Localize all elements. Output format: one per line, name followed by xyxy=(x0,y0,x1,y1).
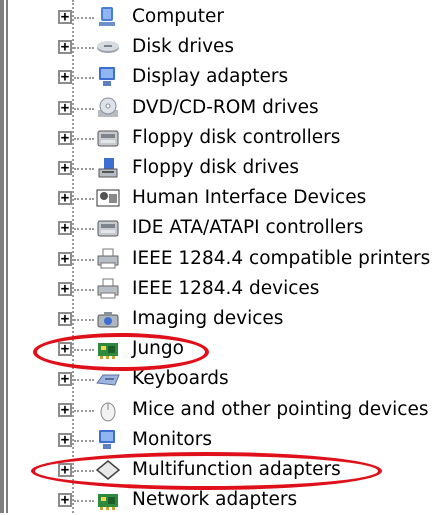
tree-item-floppy-disk-controllers[interactable]: + Floppy disk controllers xyxy=(0,123,438,153)
tree-item-label[interactable]: Monitors xyxy=(132,427,212,453)
tree-item-keyboards[interactable]: + Keyboards xyxy=(0,364,438,394)
expand-button[interactable]: + xyxy=(58,130,72,145)
floppy-controller-icon xyxy=(95,126,121,150)
expand-button[interactable]: + xyxy=(58,312,72,326)
tree-branch-line xyxy=(74,319,94,321)
hid-icon xyxy=(95,186,121,210)
jungo-highlight-ellipse xyxy=(33,333,209,371)
mouse-icon xyxy=(95,398,121,422)
tree-branch-line xyxy=(74,379,94,382)
tree-item-dvd-cd-rom-drives[interactable]: + DVD/CD-ROM drives xyxy=(0,93,438,123)
tree-branch-line xyxy=(74,137,94,140)
disk-drive-icon xyxy=(95,35,121,59)
tree-branch-line xyxy=(74,258,94,261)
printer-icon xyxy=(95,247,121,271)
tree-item-ide-ata-atapi-controllers[interactable]: + IDE ATA/ATAPI controllers xyxy=(0,213,438,243)
expand-button[interactable]: + xyxy=(58,493,72,508)
tree-item-computer[interactable]: + Computer xyxy=(0,2,438,32)
expand-button[interactable]: + xyxy=(58,402,72,417)
camera-icon xyxy=(95,307,121,331)
tree-item-label[interactable]: DVD/CD-ROM drives xyxy=(132,95,319,121)
tree-item-label[interactable]: Imaging devices xyxy=(132,306,283,332)
tree-branch-line xyxy=(74,168,94,170)
dvd-drive-icon xyxy=(95,96,121,120)
tree-branch-line xyxy=(74,198,94,201)
tree-item-monitors[interactable]: + Monitors xyxy=(0,425,438,455)
tree-item-human-interface-devices[interactable]: + Human Interface Devices xyxy=(0,183,438,213)
expand-button[interactable]: + xyxy=(58,281,72,296)
expand-button[interactable]: + xyxy=(58,251,72,266)
expand-button[interactable]: + xyxy=(58,10,72,24)
expand-button[interactable]: + xyxy=(58,161,72,175)
tree-item-label[interactable]: Floppy disk controllers xyxy=(132,125,340,151)
tree-branch-line xyxy=(74,107,94,110)
expand-button[interactable]: + xyxy=(58,432,72,447)
multifunction-highlight-ellipse xyxy=(31,452,382,490)
tree-item-label[interactable]: Keyboards xyxy=(132,366,229,392)
network-adapter-icon xyxy=(95,488,121,512)
tree-item-label[interactable]: IEEE 1284.4 compatible printers xyxy=(132,246,430,272)
tree-branch-line xyxy=(74,439,94,442)
expand-button[interactable]: + xyxy=(58,372,72,387)
expand-button[interactable]: + xyxy=(58,221,72,236)
tree-item-floppy-disk-drives[interactable]: + Floppy disk drives xyxy=(0,153,438,183)
floppy-drive-icon xyxy=(95,156,121,180)
tree-branch-line xyxy=(74,77,94,80)
tree-item-label[interactable]: IEEE 1284.4 devices xyxy=(132,276,319,302)
tree-item-label[interactable]: Floppy disk drives xyxy=(132,155,299,181)
tree-branch-line xyxy=(74,409,94,412)
tree-branch-line xyxy=(74,47,94,50)
tree-item-imaging-devices[interactable]: + Imaging devices xyxy=(0,304,438,334)
tree-item-label[interactable]: IDE ATA/ATAPI controllers xyxy=(132,215,363,241)
expand-button[interactable]: + xyxy=(58,40,72,55)
tree-branch-line xyxy=(74,17,94,19)
tree-item-label[interactable]: Network adapters xyxy=(132,487,297,513)
printer-icon xyxy=(95,277,121,301)
expand-button[interactable]: + xyxy=(58,100,72,115)
tree-item-label[interactable]: Computer xyxy=(132,4,224,30)
expand-button[interactable]: + xyxy=(58,70,72,85)
ide-controller-icon xyxy=(95,216,121,240)
tree-branch-line xyxy=(74,500,94,503)
tree-branch-line xyxy=(74,228,94,231)
tree-item-disk-drives[interactable]: + Disk drives xyxy=(0,32,438,62)
display-adapter-icon xyxy=(95,65,121,89)
expand-button[interactable]: + xyxy=(58,191,72,206)
monitor-icon xyxy=(95,428,121,452)
tree-item-label[interactable]: Human Interface Devices xyxy=(132,185,366,211)
tree-item-ieee-1284-4-compatible-printers[interactable]: + IEEE 1284.4 compatible printers xyxy=(0,244,438,274)
computer-icon xyxy=(95,5,121,29)
tree-item-label[interactable]: Display adapters xyxy=(132,64,288,90)
tree-item-display-adapters[interactable]: + Display adapters xyxy=(0,62,438,92)
tree-item-label[interactable]: Mice and other pointing devices xyxy=(132,397,428,423)
tree-item-label[interactable]: Disk drives xyxy=(132,34,234,60)
tree-branch-line xyxy=(74,288,94,291)
tree-item-mice-and-other-pointing-devices[interactable]: + Mice and other pointing devices xyxy=(0,395,438,425)
tree-item-ieee-1284-4-devices[interactable]: + IEEE 1284.4 devices xyxy=(0,274,438,304)
